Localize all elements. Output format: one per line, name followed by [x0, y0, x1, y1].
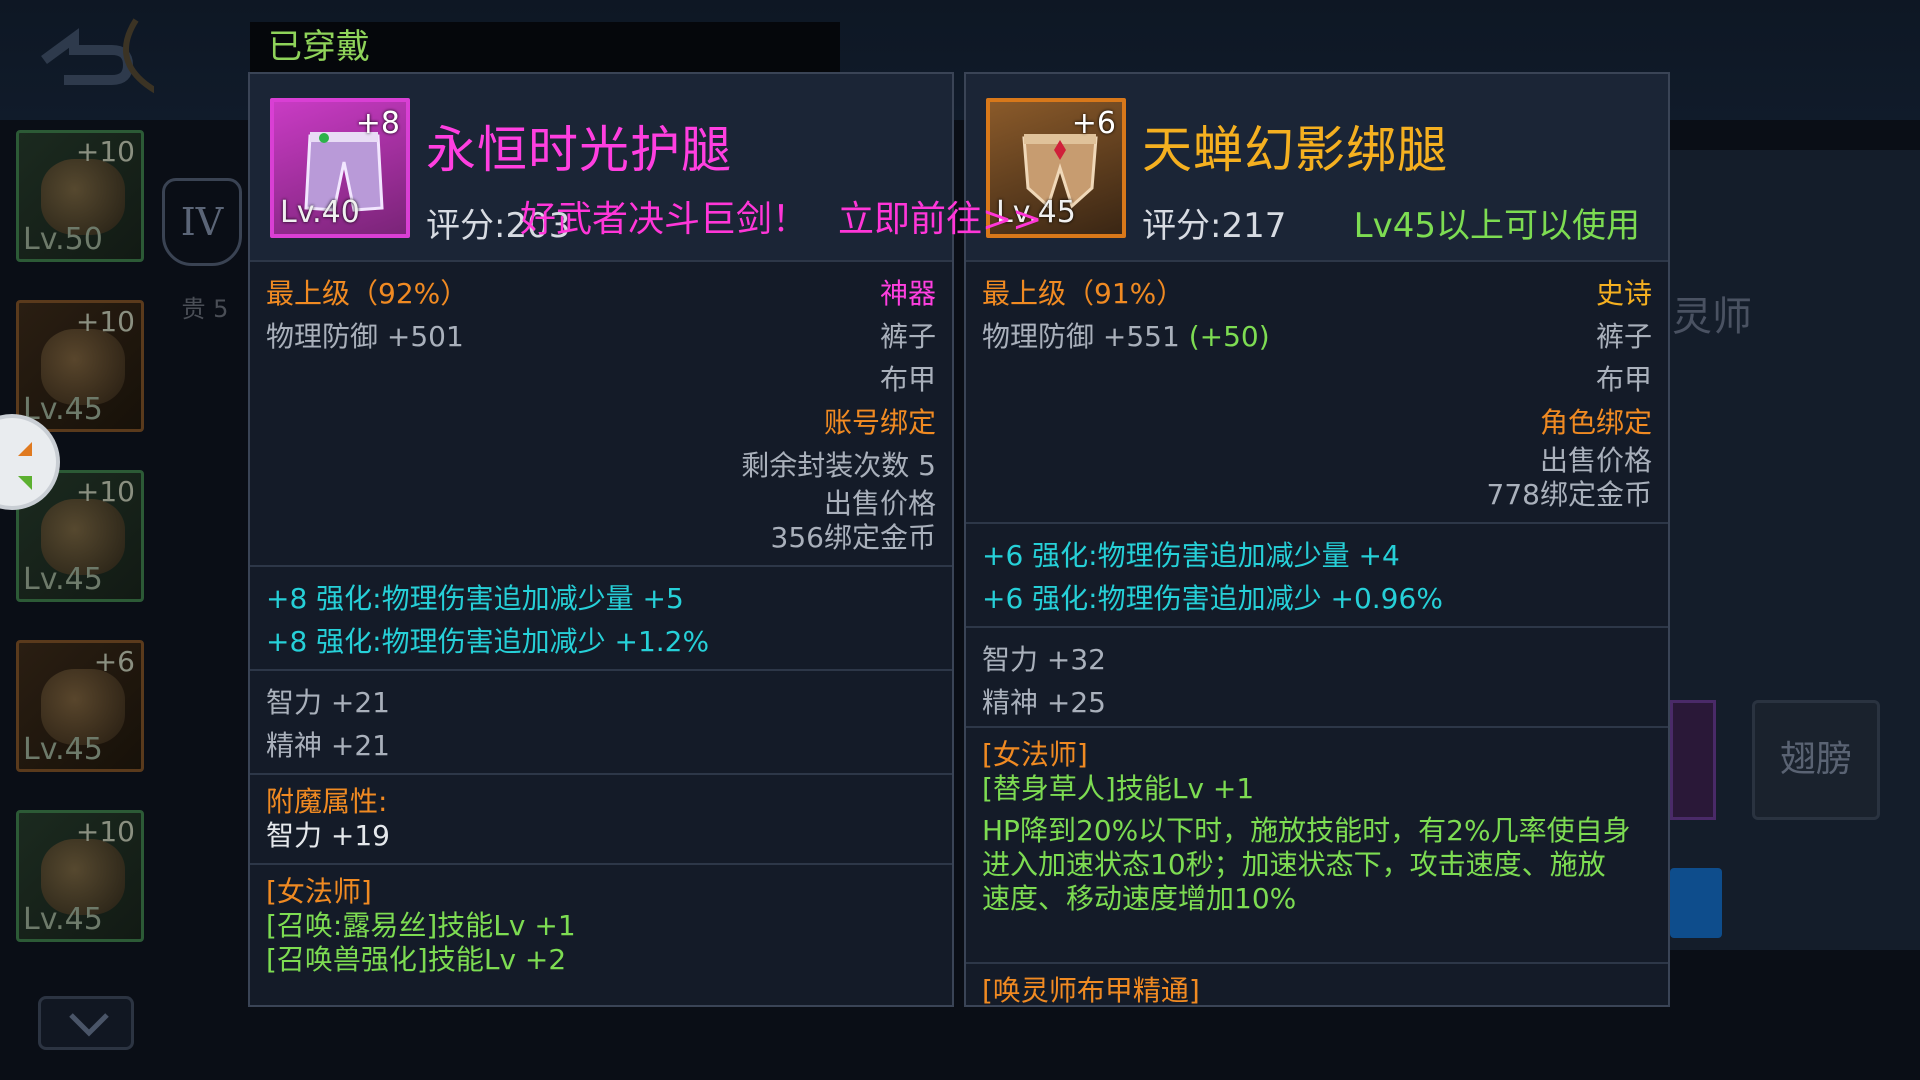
equipment-slot-legs[interactable]: +6 Lv.45	[16, 640, 144, 772]
skill-description: 速度、移动速度增加10%	[982, 882, 1297, 915]
equipped-label: 已穿戴	[250, 22, 840, 72]
slot-level: Lv.50	[23, 222, 103, 257]
class-title: 灵师	[1672, 294, 1752, 340]
sell-price: 778绑定金币	[1486, 478, 1652, 511]
attribute-line: 智力 +32	[982, 643, 1106, 676]
seal-count: 剩余封装次数 5	[741, 449, 936, 482]
physical-defense: 物理防御 +501	[266, 320, 464, 353]
armor-type: 布甲	[1595, 363, 1652, 396]
item-grade: 最上级（92%）	[266, 277, 469, 310]
class-skill: [召唤兽强化]技能Lv +2	[266, 943, 567, 976]
item-score: 评分:217	[1142, 206, 1287, 246]
slot-type: 裤子	[1595, 320, 1652, 353]
equipment-slot-helmet[interactable]: +10 Lv.50	[16, 130, 144, 262]
equipment-slot-chest[interactable]: +10 Lv.45	[16, 300, 144, 432]
item-icon-slot: +8 Lv.40	[270, 98, 410, 238]
wings-slot[interactable]: 翅膀	[1752, 700, 1880, 820]
class-skill: [替身草人]技能Lv +1	[982, 772, 1255, 805]
base-stats-section: 最上级（92%） 神器 物理防御 +501 裤子 布甲 账号绑定 剩余封装次数 …	[250, 262, 952, 567]
set-section: [唤灵师布甲精通]	[966, 964, 1668, 1007]
notice-link[interactable]: 立即前往>>	[838, 190, 1042, 242]
enhance-bonus: +8 强化:物理伤害追加减少 +1.2%	[266, 625, 710, 658]
usable-level: Lv45以上可以使用	[1353, 206, 1640, 246]
slot-level: Lv.45	[23, 732, 103, 767]
enhance-section: +6 强化:物理伤害追加减少量 +4 +6 强化:物理伤害追加减少 +0.96%	[966, 524, 1668, 628]
item-rarity: 史诗	[1595, 277, 1652, 310]
armor-type: 布甲	[879, 363, 936, 396]
item-grade: 最上级（91%）	[982, 277, 1185, 310]
slot-type: 裤子	[879, 320, 936, 353]
confirm-tab[interactable]	[1670, 868, 1722, 938]
item-name: 永恒时光护腿	[426, 121, 732, 179]
class-skill-section: [女法师] [召唤:露易丝]技能Lv +1 [召唤兽强化]技能Lv +2	[250, 865, 952, 993]
slot-enhance-level: +10	[75, 815, 135, 848]
class-skill-section: [女法师] [替身草人]技能Lv +1 HP降到20%以下时，施放技能时，有2%…	[966, 728, 1668, 964]
sell-price-label: 出售价格	[823, 487, 936, 520]
binding-type: 账号绑定	[823, 406, 936, 439]
character-panel-background	[1640, 150, 1920, 950]
slot-level: Lv.45	[23, 902, 103, 937]
enhance-level: +6	[1071, 106, 1116, 141]
slot-enhance-level: +10	[75, 305, 135, 338]
slot-enhance-level: +6	[93, 645, 135, 678]
rank-tag: 贵 5	[181, 295, 229, 323]
enhance-bonus: +6 强化:物理伤害追加减少 +0.96%	[982, 582, 1443, 615]
slot-enhance-level: +10	[75, 135, 135, 168]
skill-description: HP降到20%以下时，施放技能时，有2%几率使自身	[982, 814, 1631, 847]
attributes-section: 智力 +21 精神 +21	[250, 671, 952, 775]
item-level: Lv.40	[280, 195, 360, 230]
enhance-bonus: +6 强化:物理伤害追加减少量 +4	[982, 539, 1400, 572]
attribute-line: 精神 +21	[266, 729, 390, 762]
binding-type: 角色绑定	[1539, 406, 1652, 439]
set-label: [唤灵师布甲精通]	[982, 974, 1200, 1007]
back-arrow-icon	[41, 18, 176, 103]
slot-enhance-level: +10	[75, 475, 135, 508]
physical-defense: 物理防御 +551	[982, 320, 1180, 353]
attribute-line: 精神 +25	[982, 686, 1106, 719]
defense-diff: (+50)	[1188, 320, 1270, 353]
sell-price: 356绑定金币	[770, 521, 936, 554]
item-name: 天蝉幻影绑腿	[1142, 121, 1448, 179]
green-arrow-icon	[18, 476, 32, 490]
sell-price-label: 出售价格	[1539, 444, 1652, 477]
class-label: [女法师]	[266, 875, 372, 908]
item-header: +6 Lv.45 天蝉幻影绑腿 评分:217 Lv45以上可以使用	[966, 74, 1668, 262]
base-stats-section: 最上级（91%） 史诗 物理防御 +551 (+50) 裤子 布甲 角色绑定 出…	[966, 262, 1668, 524]
enchant-section: 附魔属性: 智力 +19	[250, 775, 952, 865]
equipment-slot-fashion[interactable]	[1670, 700, 1716, 820]
attributes-section: 智力 +32 精神 +25	[966, 628, 1668, 728]
attribute-line: 智力 +21	[266, 686, 390, 719]
item-rarity: 神器	[879, 277, 936, 310]
system-notice: 好武者决斗巨剑！	[520, 199, 809, 240]
compare-item-tooltip: +6 Lv.45 天蝉幻影绑腿 评分:217 Lv45以上可以使用 最上级（91…	[964, 72, 1670, 1007]
slot-level: Lv.45	[23, 562, 103, 597]
enhance-level: +8	[355, 106, 400, 141]
skill-description: 进入加速状态10秒；加速状态下，攻击速度、施放	[982, 848, 1606, 881]
orange-arrow-icon	[18, 442, 32, 456]
scroll-down-button[interactable]	[38, 996, 134, 1050]
enchant-label: 附魔属性:	[266, 785, 388, 818]
chevron-down-icon	[69, 1013, 109, 1037]
enhance-section: +8 强化:物理伤害追加减少量 +5 +8 强化:物理伤害追加减少 +1.2%	[250, 567, 952, 671]
equipment-slot-boots[interactable]: +10 Lv.45	[16, 810, 144, 942]
rank-badge: IV	[162, 178, 242, 266]
enchant-value: 智力 +19	[266, 819, 390, 852]
class-skill: [召唤:露易丝]技能Lv +1	[266, 909, 576, 942]
enhance-bonus: +8 强化:物理伤害追加减少量 +5	[266, 582, 684, 615]
back-button[interactable]	[24, 10, 176, 103]
class-label: [女法师]	[982, 738, 1088, 771]
